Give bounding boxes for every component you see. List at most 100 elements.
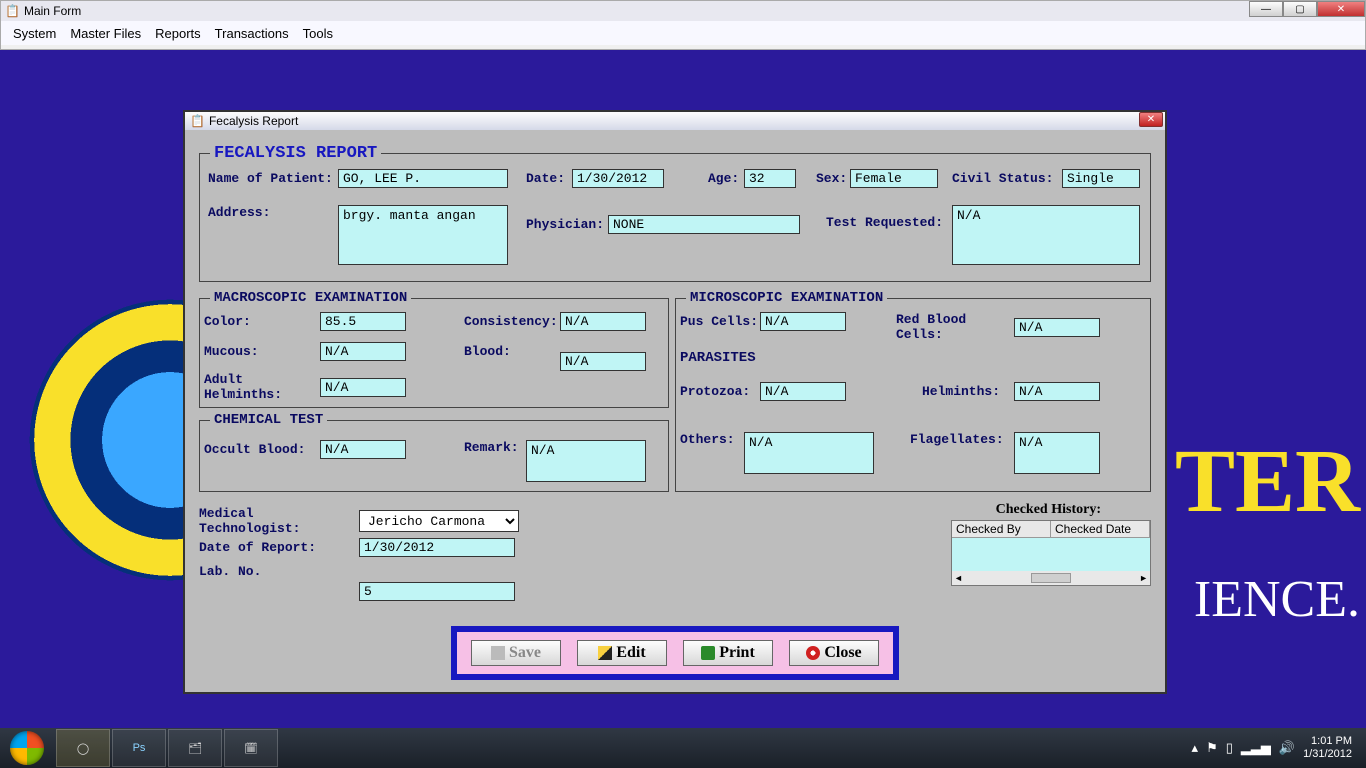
pencil-icon <box>598 646 612 660</box>
background-text-fragment-2: IENCE. <box>1194 570 1360 629</box>
protozoa-field[interactable] <box>760 382 846 401</box>
menu-system[interactable]: System <box>13 26 56 41</box>
microscopic-legend: MICROSCOPIC EXAMINATION <box>686 290 887 306</box>
main-titlebar: 📋 Main Form — ▢ ✕ <box>1 1 1365 21</box>
print-button[interactable]: Print <box>683 640 773 666</box>
system-tray: ▴ ⚑ ▯ ▂▃▅ 🔊 1:01 PM 1/31/2012 <box>1192 735 1366 761</box>
remark-field[interactable]: N/A <box>526 440 646 482</box>
mucous-field[interactable] <box>320 342 406 361</box>
med-tech-select[interactable]: Jericho Carmona <box>359 510 519 532</box>
protozoa-label: Protozoa: <box>680 384 760 399</box>
close-icon <box>806 646 820 660</box>
main-title: Main Form <box>24 4 81 18</box>
menu-master-files[interactable]: Master Files <box>70 26 141 41</box>
menu-tools[interactable]: Tools <box>303 26 333 41</box>
history-col-checked-date: Checked Date <box>1051 521 1150 537</box>
app-background: TER IENCE. 📋 Fecalysis Report ✕ FECALYSI… <box>0 50 1366 728</box>
wifi-icon[interactable]: ▂▃▅ <box>1241 740 1271 756</box>
date-label: Date: <box>526 171 572 186</box>
occult-blood-field[interactable] <box>320 440 406 459</box>
age-label: Age: <box>708 171 744 186</box>
microscopic-group: MICROSCOPIC EXAMINATION Pus Cells: Red B… <box>675 290 1151 492</box>
windows-orb-icon <box>10 731 44 765</box>
tray-arrow-icon[interactable]: ▴ <box>1192 740 1199 756</box>
dialog-icon: 📋 <box>190 114 205 128</box>
scroll-thumb[interactable] <box>1031 573 1071 583</box>
battery-icon[interactable]: ▯ <box>1226 740 1233 756</box>
task-app[interactable]: 🗓 <box>224 729 278 767</box>
close-main-button[interactable]: ✕ <box>1317 1 1365 17</box>
age-field[interactable] <box>744 169 796 188</box>
pus-cells-field[interactable] <box>760 312 846 331</box>
close-button[interactable]: Close <box>789 640 879 666</box>
checked-history-grid[interactable]: Checked By Checked Date ◄ ► <box>951 520 1151 586</box>
consistency-label: Consistency: <box>464 314 560 329</box>
test-requested-field[interactable]: N/A <box>952 205 1140 265</box>
civil-status-field[interactable] <box>1062 169 1140 188</box>
menu-reports[interactable]: Reports <box>155 26 201 41</box>
color-field[interactable] <box>320 312 406 331</box>
flag-icon[interactable]: ⚑ <box>1206 740 1218 756</box>
clock[interactable]: 1:01 PM 1/31/2012 <box>1303 735 1352 761</box>
chemical-test-group: CHEMICAL TEST Occult Blood: Remark: N/A <box>199 412 669 492</box>
dialog-titlebar: 📋 Fecalysis Report ✕ <box>185 112 1165 130</box>
civil-status-label: Civil Status: <box>952 171 1062 186</box>
action-bar-outer: Save Edit Print Close <box>451 626 899 680</box>
date-of-report-label: Date of Report: <box>199 540 359 555</box>
rbc-field[interactable] <box>1014 318 1100 337</box>
start-button[interactable] <box>0 728 54 768</box>
address-label: Address: <box>208 205 338 220</box>
flagellates-label: Flagellates: <box>910 432 1014 447</box>
clock-date: 1/31/2012 <box>1303 748 1352 761</box>
history-scrollbar[interactable]: ◄ ► <box>952 571 1150 585</box>
lab-no-field[interactable] <box>359 582 515 601</box>
save-button: Save <box>471 640 561 666</box>
form-icon: 📋 <box>5 4 20 18</box>
chemical-test-legend: CHEMICAL TEST <box>210 412 327 428</box>
sex-field[interactable] <box>850 169 938 188</box>
parasites-heading: PARASITES <box>680 350 756 366</box>
blood-label: Blood: <box>464 344 560 359</box>
maximize-button[interactable]: ▢ <box>1283 1 1317 17</box>
scroll-right-icon[interactable]: ► <box>1139 573 1148 583</box>
task-explorer[interactable]: 🗂 <box>168 729 222 767</box>
task-chrome[interactable]: ◯ <box>56 729 110 767</box>
printer-icon <box>701 646 715 660</box>
save-icon <box>491 646 505 660</box>
dialog-body: FECALYSIS REPORT Name of Patient: Date: … <box>185 130 1165 692</box>
macroscopic-legend: MACROSCOPIC EXAMINATION <box>210 290 411 306</box>
helminths-field[interactable] <box>1014 382 1100 401</box>
checked-history-label: Checked History: <box>996 502 1101 518</box>
adult-helminths-label: Adult Helminths: <box>204 372 320 402</box>
lab-no-label: Lab. No. <box>199 564 359 579</box>
fecalysis-dialog: 📋 Fecalysis Report ✕ FECALYSIS REPORT Na… <box>183 110 1167 694</box>
date-of-report-field[interactable] <box>359 538 515 557</box>
occult-blood-label: Occult Blood: <box>204 442 320 457</box>
consistency-field[interactable] <box>560 312 646 331</box>
adult-helminths-field[interactable] <box>320 378 406 397</box>
blood-field[interactable] <box>560 352 646 371</box>
edit-button[interactable]: Edit <box>577 640 667 666</box>
task-photoshop[interactable]: Ps <box>112 729 166 767</box>
others-field[interactable]: N/A <box>744 432 874 474</box>
main-window-chrome: 📋 Main Form — ▢ ✕ System Master Files Re… <box>0 0 1366 50</box>
menubar: System Master Files Reports Transactions… <box>1 21 1365 45</box>
flagellates-field[interactable]: N/A <box>1014 432 1100 474</box>
address-field[interactable]: brgy. manta angan <box>338 205 508 265</box>
physician-label: Physician: <box>526 217 608 232</box>
menu-transactions[interactable]: Transactions <box>215 26 289 41</box>
sex-label: Sex: <box>816 171 850 186</box>
minimize-button[interactable]: — <box>1249 1 1283 17</box>
physician-field[interactable] <box>608 215 800 234</box>
name-field[interactable] <box>338 169 508 188</box>
scroll-left-icon[interactable]: ◄ <box>954 573 963 583</box>
pus-cells-label: Pus Cells: <box>680 314 760 329</box>
test-requested-label: Test Requested: <box>826 205 952 230</box>
report-heading: FECALYSIS REPORT <box>210 144 381 163</box>
date-field[interactable] <box>572 169 664 188</box>
history-header: Checked By Checked Date <box>952 521 1150 538</box>
volume-icon[interactable]: 🔊 <box>1279 740 1295 756</box>
dialog-close-button[interactable]: ✕ <box>1139 112 1163 127</box>
dialog-title-text: Fecalysis Report <box>209 114 298 128</box>
helminths-label: Helminths: <box>922 384 1014 399</box>
